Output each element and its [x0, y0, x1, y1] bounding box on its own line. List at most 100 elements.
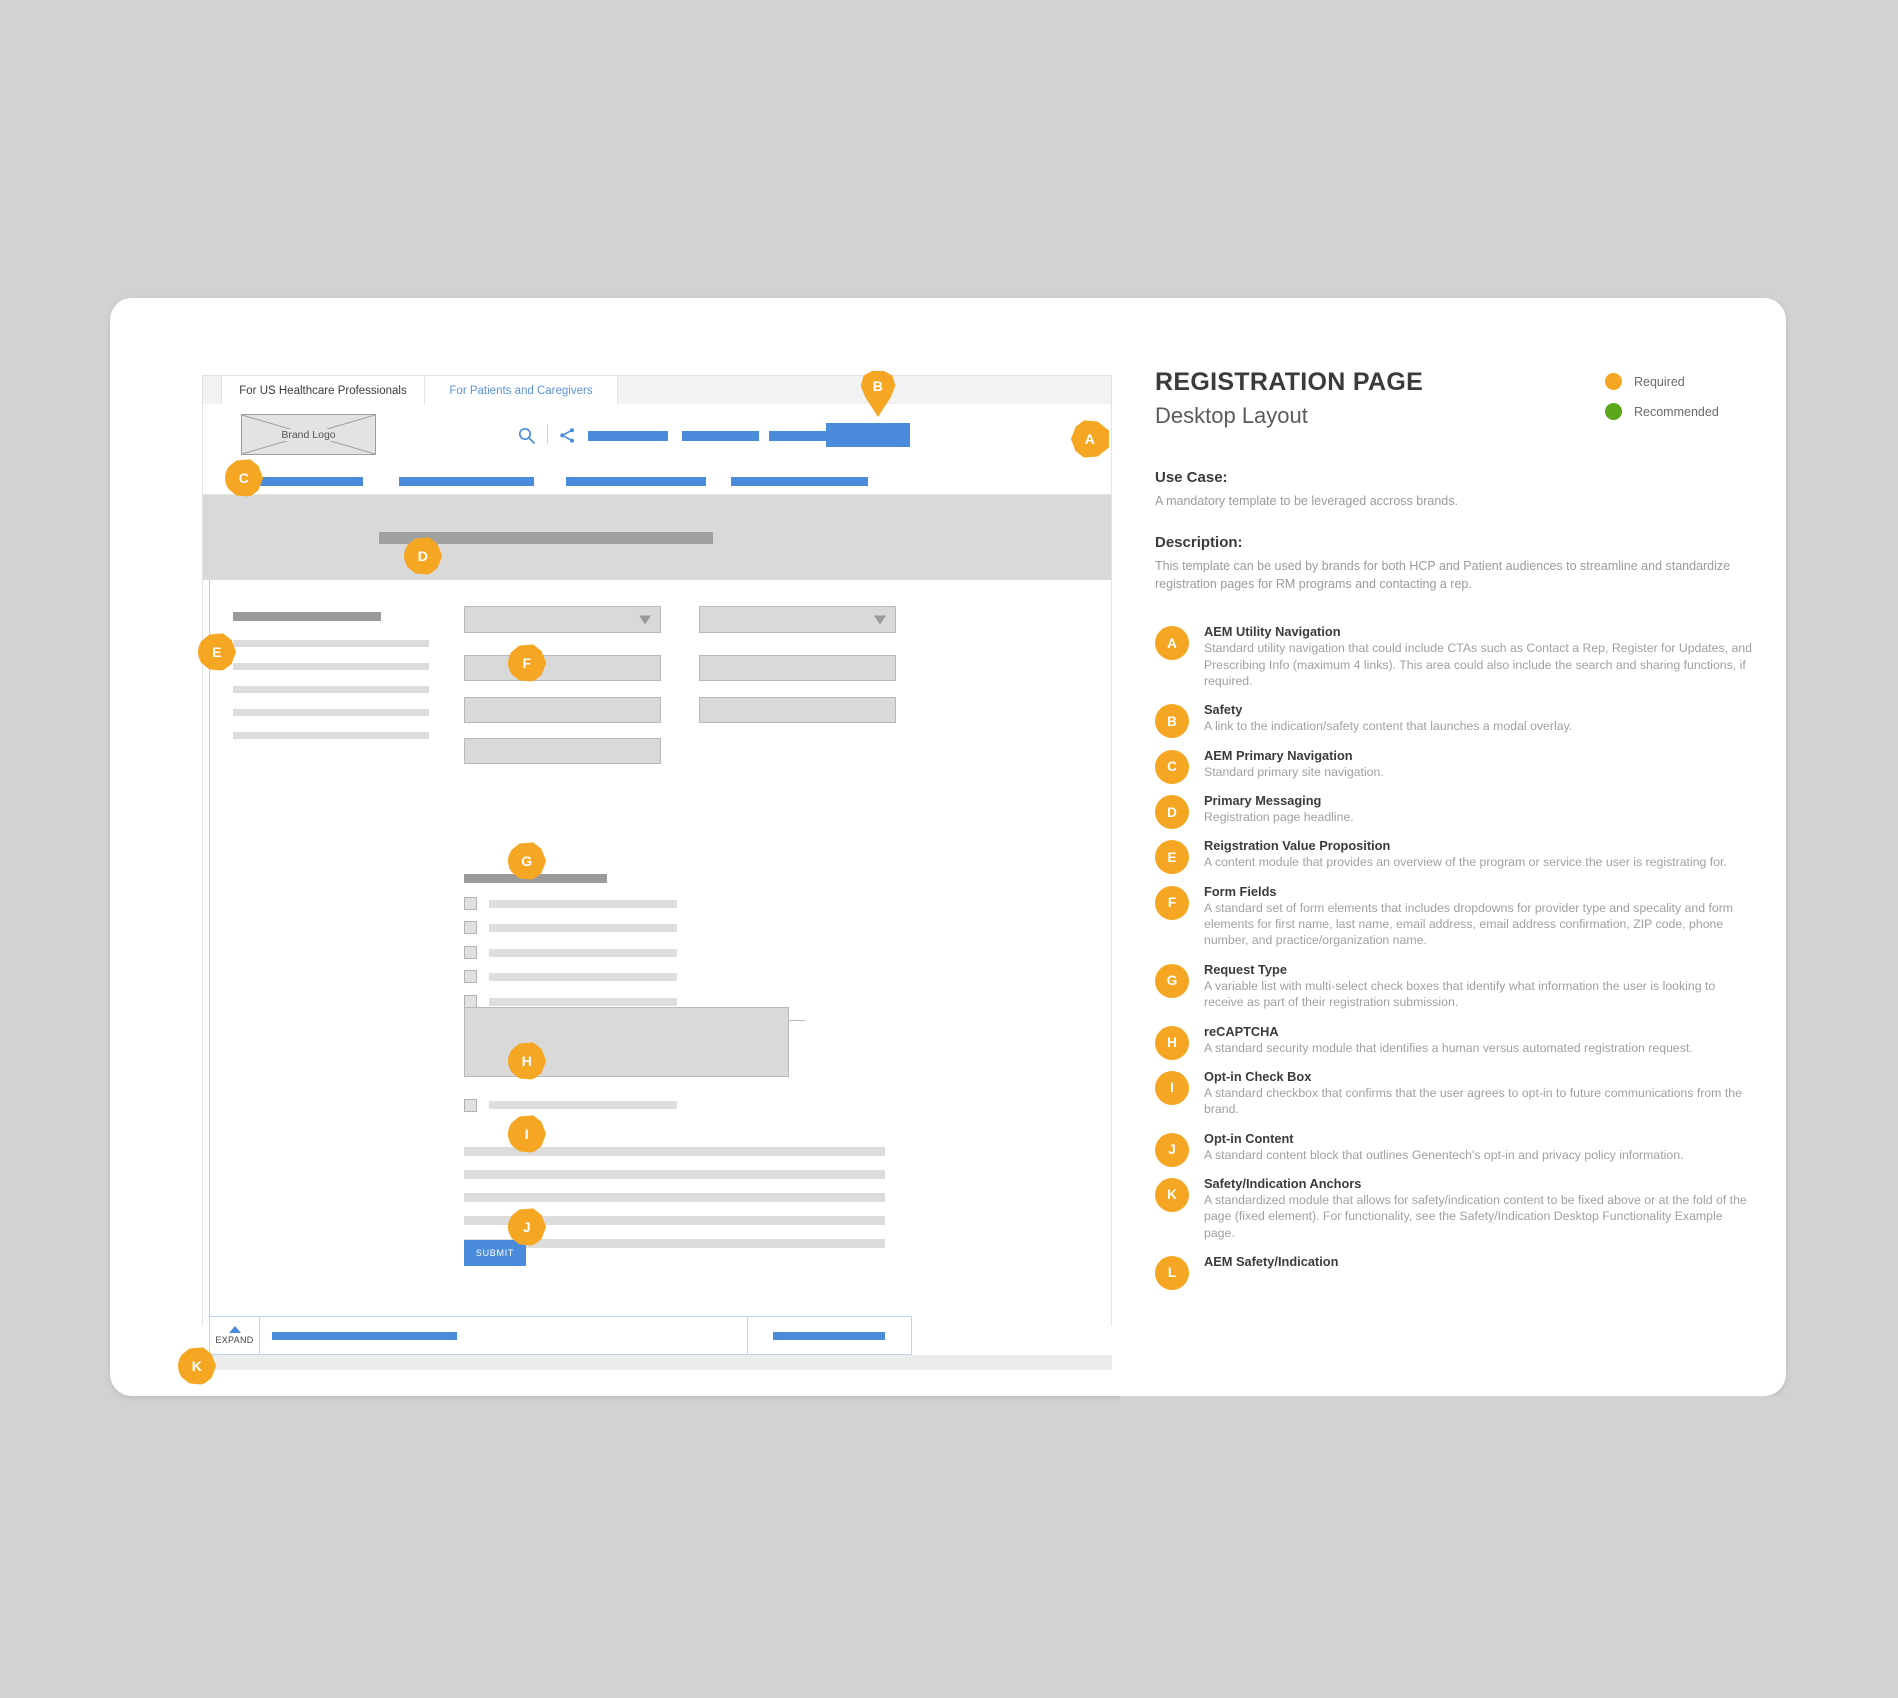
- marker-A: A: [1071, 420, 1109, 458]
- required-label: Required: [1634, 374, 1685, 389]
- legend-badge-I: I: [1155, 1070, 1189, 1105]
- marker-G: G: [508, 842, 546, 880]
- marker-E: E: [198, 633, 236, 671]
- brand-logo-label: Brand Logo: [278, 428, 339, 441]
- wireframe-mockup: For US Healthcare Professionals For Pati…: [202, 375, 1112, 1396]
- tab-patients-label: For Patients and Caregivers: [449, 384, 593, 397]
- legend-title-A: AEM Utility Navigation: [1204, 624, 1341, 640]
- opt-in-content-line: [464, 1170, 885, 1179]
- form-dropdown-provider-type[interactable]: [464, 606, 661, 633]
- page-bottom-strip: [209, 1355, 1112, 1370]
- legend-item-F: F Form Fields A standard set of form ele…: [1155, 884, 1755, 949]
- safety-anchor-link-1[interactable]: [272, 1332, 457, 1340]
- legend-desc-A: Standard utility navigation that could i…: [1204, 641, 1752, 689]
- safety-anchor-link-2[interactable]: [773, 1332, 885, 1340]
- page-body: SUBMIT: [202, 580, 1112, 1326]
- site-header: Brand Logo: [202, 404, 1112, 465]
- request-type-checkbox[interactable]: [464, 946, 477, 959]
- marker-H: H: [508, 1042, 546, 1080]
- legend-badge-G: G: [1155, 963, 1189, 998]
- value-prop-line: [233, 640, 429, 647]
- request-type-checkbox[interactable]: [464, 970, 477, 983]
- request-type-checkbox[interactable]: [464, 897, 477, 910]
- legend-title-E: Reigstration Value Proposition: [1204, 838, 1391, 854]
- safety-indication-anchor-bar: EXPAND: [209, 1316, 912, 1355]
- legend-badge-B: B: [1155, 704, 1189, 739]
- legend-item-E: E Reigstration Value Proposition A conte…: [1155, 838, 1755, 875]
- primary-nav-link-4[interactable]: [731, 477, 868, 486]
- search-icon[interactable]: [518, 427, 535, 449]
- safety-anchor-cell-2: [747, 1317, 913, 1354]
- legend-title-B: Safety: [1204, 702, 1243, 718]
- use-case-heading: Use Case:: [1155, 469, 1228, 486]
- legend-badge-H: H: [1155, 1025, 1189, 1060]
- legend-desc-C: Standard primary site navigation.: [1204, 764, 1384, 779]
- chevron-down-icon: [874, 615, 886, 624]
- legend-item-J: J Opt-in Content A standard content bloc…: [1155, 1130, 1755, 1167]
- form-field-last-name[interactable]: [699, 655, 896, 681]
- marker-C: C: [225, 459, 263, 497]
- description-section: Description: This template can be used b…: [1155, 534, 1755, 593]
- required-dot-icon: [1605, 373, 1622, 390]
- caret-up-icon: [228, 1326, 241, 1333]
- utility-link-1[interactable]: [588, 431, 668, 441]
- key-row-required: Required: [1605, 373, 1765, 390]
- value-prop-line: [233, 732, 429, 739]
- share-icon[interactable]: [559, 427, 576, 449]
- description-text: This template can be used by brands for …: [1155, 559, 1731, 592]
- legend-item-A: A AEM Utility Navigation Standard utilit…: [1155, 624, 1755, 689]
- legend-key: Required Recommended: [1605, 373, 1765, 433]
- legend-badge-F: F: [1155, 885, 1189, 920]
- request-type-checkbox[interactable]: [464, 921, 477, 934]
- expand-button[interactable]: EXPAND: [210, 1317, 260, 1354]
- legend-title-F: Form Fields: [1204, 883, 1277, 899]
- legend-desc-F: A standard set of form elements that inc…: [1204, 900, 1734, 948]
- utility-link-2[interactable]: [682, 431, 759, 441]
- legend-item-L: L AEM Safety/Indication: [1155, 1253, 1755, 1290]
- legend-title-J: Opt-in Content: [1204, 1130, 1294, 1146]
- utility-cta-button[interactable]: [826, 423, 910, 447]
- legend-title-C: AEM Primary Navigation: [1204, 747, 1353, 763]
- marker-F: F: [508, 644, 546, 682]
- form-field-email-confirm[interactable]: [699, 697, 896, 723]
- legend-item-C: C AEM Primary Navigation Standard primar…: [1155, 747, 1755, 784]
- legend-item-I: I Opt-in Check Box A standard checkbox t…: [1155, 1069, 1755, 1118]
- audience-tab-bar: For US Healthcare Professionals For Pati…: [202, 375, 1112, 405]
- legend-item-H: H reCAPTCHA A standard security module t…: [1155, 1023, 1755, 1060]
- use-case-section: Use Case: A mandatory template to be lev…: [1155, 469, 1755, 510]
- legend-title-H: reCAPTCHA: [1204, 1023, 1279, 1039]
- marker-D: D: [404, 537, 442, 575]
- hero-banner: [202, 495, 1112, 580]
- legend-item-B: B Safety A link to the indication/safety…: [1155, 702, 1755, 739]
- description-heading: Description:: [1155, 534, 1243, 552]
- request-type-label: [489, 973, 677, 981]
- recommended-dot-icon: [1605, 403, 1622, 420]
- legend-desc-E: A content module that provides an overvi…: [1204, 855, 1727, 870]
- legend-list: A AEM Utility Navigation Standard utilit…: [1155, 624, 1755, 1290]
- legend-desc-G: A variable list with multi-select check …: [1204, 978, 1716, 1010]
- panel-bottom-mask: [1120, 1396, 1820, 1456]
- tab-patients[interactable]: For Patients and Caregivers: [425, 376, 618, 405]
- legend-desc-H: A standard security module that identifi…: [1204, 1040, 1693, 1055]
- info-panel: REGISTRATION PAGE Desktop Layout Require…: [1155, 368, 1755, 1290]
- body-left-rule: [209, 580, 210, 1326]
- value-prop-line: [233, 686, 429, 693]
- legend-badge-J: J: [1155, 1132, 1189, 1167]
- form-field-first-name[interactable]: [464, 655, 661, 681]
- legend-desc-K: A standardized module that allows for sa…: [1204, 1192, 1747, 1240]
- primary-nav-link-3[interactable]: [566, 477, 706, 486]
- form-field-organization[interactable]: [464, 738, 661, 764]
- form-field-email[interactable]: [464, 697, 661, 723]
- primary-nav-link-2[interactable]: [399, 477, 534, 486]
- expand-label: EXPAND: [215, 1335, 254, 1345]
- legend-title-L: AEM Safety/Indication: [1204, 1253, 1339, 1269]
- legend-badge-C: C: [1155, 749, 1189, 784]
- recommended-label: Recommended: [1634, 404, 1719, 419]
- value-prop-line: [233, 663, 429, 670]
- form-dropdown-specialty[interactable]: [699, 606, 896, 633]
- opt-in-checkbox[interactable]: [464, 1099, 477, 1112]
- tab-hcp-label: For US Healthcare Professionals: [239, 384, 407, 397]
- tab-hcp[interactable]: For US Healthcare Professionals: [221, 376, 425, 405]
- brand-logo-placeholder: Brand Logo: [241, 414, 376, 455]
- legend-title-D: Primary Messaging: [1204, 793, 1322, 809]
